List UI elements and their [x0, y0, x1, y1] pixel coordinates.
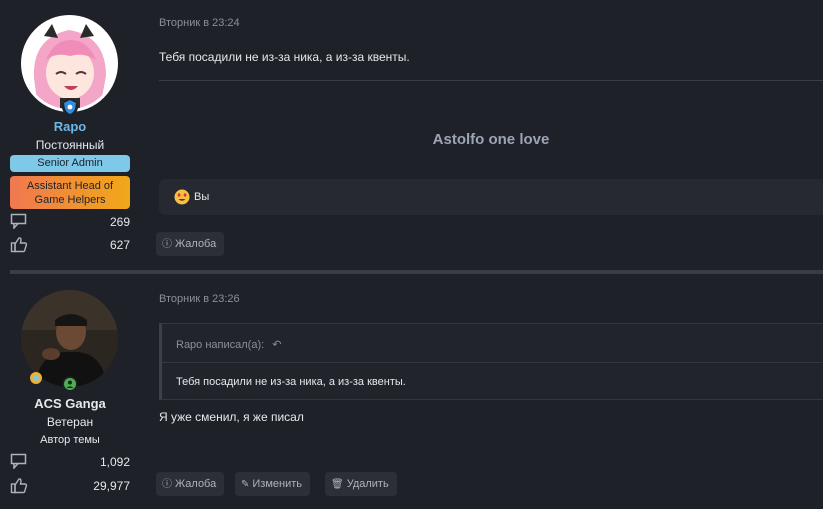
avatar-image [24, 18, 115, 109]
thumbs-up-icon [10, 478, 28, 494]
reactions-count: 627 [109, 238, 130, 252]
report-label: Жалоба [175, 238, 217, 250]
username[interactable]: ACS Ganga [0, 396, 140, 411]
thread-author-label: Автор темы [40, 434, 100, 446]
post-1: Rapo Постоянный Senior Admin Assistant H… [0, 0, 823, 270]
user-info: ACS Ganga Ветеран Автор темы 1,092 29,97… [0, 276, 140, 509]
stat-reactions: 627 [10, 236, 130, 254]
warning-icon: ⓘ [162, 479, 172, 490]
reactions-bar[interactable]: Вы [159, 179, 823, 215]
banner-senior-admin: Senior Admin [10, 155, 130, 172]
edit-label: Изменить [252, 478, 303, 490]
pencil-icon: ✎ [241, 479, 250, 490]
messages-icon [10, 453, 27, 469]
message-body: Вторник в 23:26 Rapo написал(а): ↶ Тебя … [156, 276, 823, 509]
staff-shield-icon [62, 99, 78, 115]
quote-block: Rapo написал(а): ↶ Тебя посадили не из-з… [159, 323, 823, 400]
user-title: Ветеран [46, 415, 94, 429]
quote-author: Rapo написал(а): [176, 339, 265, 351]
edit-button[interactable]: ✎ Изменить [235, 472, 311, 496]
stat-messages: 269 [10, 213, 130, 231]
post-separator [10, 270, 823, 274]
messages-icon [10, 213, 27, 229]
report-button[interactable]: ⓘ Жалоба [156, 472, 225, 496]
online-status-icon [62, 376, 78, 392]
jump-to-quote-icon[interactable]: ↶ [272, 339, 281, 351]
delete-button[interactable]: 🗑 Удалить [325, 472, 397, 496]
trash-icon: 🗑 [331, 479, 344, 490]
signature-divider [159, 80, 823, 81]
reaction-label[interactable]: Вы [194, 191, 209, 203]
warning-icon: ⓘ [162, 239, 172, 250]
report-label: Жалоба [175, 478, 217, 490]
award-icon [30, 372, 42, 384]
thumbs-up-icon [10, 237, 28, 253]
quote-text: Тебя посадили не из-за ника, а из-за кве… [176, 376, 406, 388]
reactions-count: 29,977 [93, 479, 130, 493]
username[interactable]: Rapo [0, 119, 140, 134]
heart-eyes-icon [174, 189, 190, 208]
messages-count: 1,092 [99, 455, 130, 469]
post-date[interactable]: Вторник в 23:24 [159, 17, 240, 29]
banner-assistant-head: Assistant Head of Game Helpers [10, 176, 130, 209]
delete-label: Удалить [346, 478, 389, 490]
stat-messages: 1,092 [10, 453, 130, 471]
messages-count: 269 [109, 215, 130, 229]
user-title: Постоянный [35, 138, 105, 152]
message-body: Вторник в 23:24 Тебя посадили не из-за н… [156, 0, 823, 270]
stat-reactions: 29,977 [10, 477, 130, 495]
quote-header[interactable]: Rapo написал(а): ↶ [176, 338, 281, 351]
report-button[interactable]: ⓘ Жалоба [156, 232, 225, 256]
post-date[interactable]: Вторник в 23:26 [159, 293, 240, 305]
post-2: ACS Ganga Ветеран Автор темы 1,092 29,97… [0, 276, 823, 509]
message-text: Тебя посадили не из-за ника, а из-за кве… [159, 50, 410, 64]
signature: Astolfo one love [432, 131, 550, 148]
message-text: Я уже сменил, я же писал [159, 410, 304, 424]
user-info: Rapo Постоянный Senior Admin Assistant H… [0, 0, 140, 270]
quote-divider [162, 362, 823, 363]
